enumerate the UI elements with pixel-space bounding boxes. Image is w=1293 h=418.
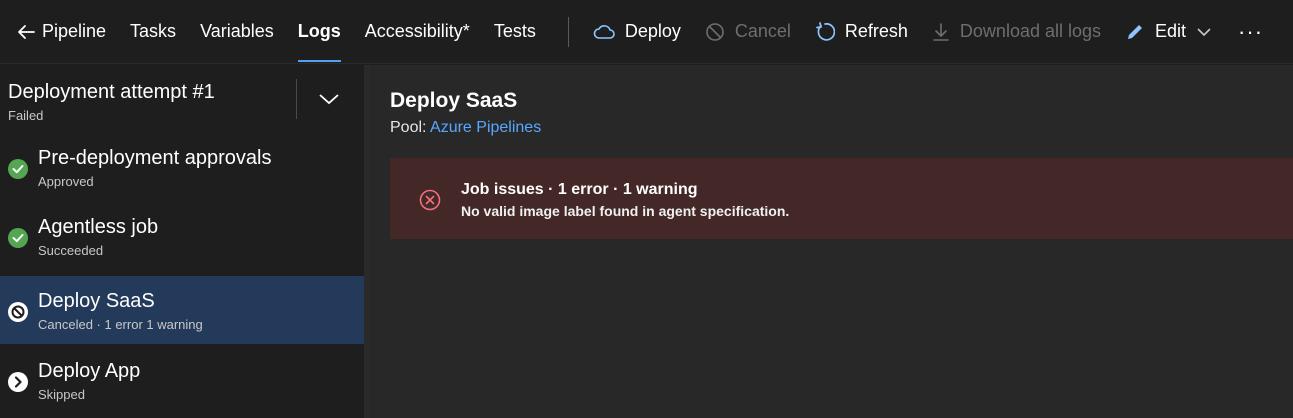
chevron-down-icon <box>319 94 339 105</box>
job-issues-banner: Job issues · 1 error · 1 warning No vali… <box>390 158 1293 239</box>
tab-logs[interactable]: Logs <box>286 0 353 64</box>
skipped-icon <box>8 372 28 392</box>
cancel-label: Cancel <box>734 21 791 41</box>
tab-label: Tests <box>493 21 536 41</box>
tab-label: Tasks <box>130 21 177 41</box>
refresh-button[interactable]: Refresh <box>803 0 920 64</box>
tab-tasks[interactable]: Tasks <box>118 0 188 64</box>
pool-info: Pool: Azure Pipelines <box>390 119 541 137</box>
pool-label: Pool: <box>390 119 427 136</box>
attempt-title: Deployment attempt #1 <box>8 81 215 103</box>
arrow-left-icon <box>18 24 35 39</box>
tab-label: Variables <box>200 21 274 41</box>
stage-agentless-job[interactable]: Agentless job Succeeded <box>0 202 364 270</box>
download-icon <box>933 22 949 41</box>
attempt-dropdown-button[interactable] <box>306 79 352 119</box>
chevron-down-icon <box>1197 27 1211 36</box>
cancel-button[interactable]: Cancel <box>693 0 803 64</box>
attempt-divider <box>296 79 297 119</box>
deploy-button[interactable]: Deploy <box>581 0 693 64</box>
cloud-icon <box>593 24 615 39</box>
deploy-label: Deploy <box>624 21 681 41</box>
issues-title: Job issues · 1 error · 1 warning <box>461 181 698 198</box>
job-title: Deploy SaaS <box>390 89 518 112</box>
issues-message: No valid image label found in agent spec… <box>461 203 790 219</box>
download-label: Download all logs <box>959 21 1102 41</box>
cancel-circle-icon <box>706 22 724 41</box>
stages-panel: Deployment attempt #1 Failed Pre-deploym… <box>0 65 364 418</box>
refresh-icon <box>816 21 835 41</box>
edit-menu-button[interactable]: Edit <box>1113 0 1224 64</box>
error-circle-icon <box>419 189 441 211</box>
back-to-pipeline-link[interactable]: Pipeline <box>0 0 118 64</box>
attempt-status: Failed <box>8 108 44 123</box>
top-bar: Pipeline Tasks Variables Logs Accessibil… <box>0 0 1293 64</box>
tab-accessibility[interactable]: Accessibility* <box>353 0 482 64</box>
stage-status: Canceled · 1 error 1 warning <box>38 317 203 332</box>
stage-deploy-app[interactable]: Deploy App Skipped <box>0 346 364 414</box>
pool-link[interactable]: Azure Pipelines <box>430 119 541 136</box>
tab-label: Accessibility* <box>364 21 470 41</box>
pencil-icon <box>1128 24 1143 39</box>
tab-tests[interactable]: Tests <box>482 0 548 64</box>
more-actions-button[interactable]: ··· <box>1224 0 1277 64</box>
edit-label: Edit <box>1155 21 1187 41</box>
tab-label: Logs <box>297 21 341 41</box>
back-label: Pipeline <box>42 21 107 41</box>
refresh-label: Refresh <box>844 21 908 41</box>
stage-status: Approved <box>38 174 94 189</box>
deployment-attempt-header: Deployment attempt #1 Failed <box>0 65 364 133</box>
stage-name: Deploy App <box>38 360 141 382</box>
toolbar-divider <box>567 16 569 47</box>
more-dots-icon: ··· <box>1238 18 1264 44</box>
stage-pre-deployment-approvals[interactable]: Pre-deployment approvals Approved <box>0 133 364 201</box>
check-circle-icon <box>8 159 28 179</box>
stage-status: Succeeded <box>38 243 104 258</box>
stage-status: Skipped <box>38 387 85 402</box>
download-all-logs-button[interactable]: Download all logs <box>920 0 1113 64</box>
tab-variables[interactable]: Variables <box>188 0 286 64</box>
canceled-icon <box>8 302 28 322</box>
stage-name: Agentless job <box>38 216 159 238</box>
job-details-panel: Deploy SaaS Pool: Azure Pipelines Job is… <box>370 65 1293 418</box>
stage-name: Deploy SaaS <box>38 290 155 312</box>
stage-name: Pre-deployment approvals <box>38 147 272 169</box>
stage-deploy-saas[interactable]: Deploy SaaS Canceled · 1 error 1 warning <box>0 276 364 344</box>
check-circle-icon <box>8 228 28 248</box>
